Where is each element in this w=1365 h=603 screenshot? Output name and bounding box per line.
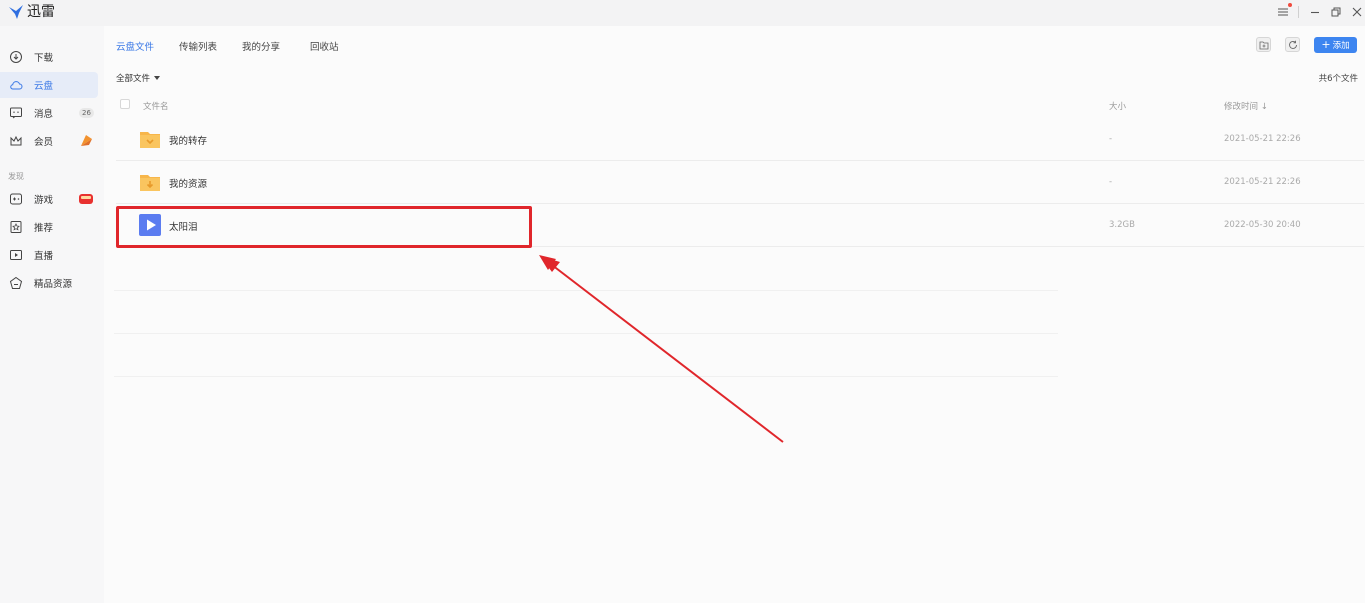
gamepad-icon <box>9 192 23 206</box>
game-promo-icon[interactable] <box>78 191 94 207</box>
sidebar-item-label: 消息 <box>34 109 54 120</box>
file-name: 我的转存 <box>169 136 208 147</box>
highlight-box <box>116 206 532 248</box>
notification-dot <box>1288 3 1292 7</box>
sidebar-item-messages[interactable]: 消息 26 <box>0 100 98 126</box>
recommend-icon <box>9 220 23 234</box>
sidebar-item-label: 直播 <box>34 251 54 262</box>
file-size: - <box>1109 134 1113 144</box>
folder-download-icon <box>139 171 161 193</box>
folder-transfer-icon <box>139 128 161 150</box>
table-row[interactable]: 我的资源 - 2021-05-21 22:26 <box>116 161 1364 204</box>
sidebar-item-recommend[interactable]: 推荐 <box>0 214 98 240</box>
column-header-size[interactable]: 大小 <box>1109 100 1126 112</box>
sidebar-item-label: 会员 <box>34 137 54 148</box>
titlebar-divider <box>1298 6 1299 18</box>
minimize-icon <box>1311 11 1319 14</box>
sidebar-item-cloud[interactable]: 云盘 <box>0 72 98 98</box>
file-size: 3.2GB <box>1109 220 1135 230</box>
sidebar: 下载 云盘 消息 26 会员 发现 游戏 推荐 直播 精品资源 <box>0 26 104 603</box>
tab-my-shares[interactable]: 我的分享 <box>242 39 280 53</box>
minimize-button[interactable] <box>1307 4 1323 20</box>
crown-icon <box>9 134 23 148</box>
hamburger-menu-icon <box>1278 8 1288 16</box>
sidebar-item-premium-resources[interactable]: 精品资源 <box>0 270 98 296</box>
empty-row-divider <box>114 290 1058 291</box>
refresh-button[interactable] <box>1285 37 1300 52</box>
message-icon <box>9 106 23 120</box>
select-all-checkbox[interactable] <box>120 99 130 109</box>
file-modified-date: 2021-05-21 22:26 <box>1224 134 1301 144</box>
member-promo-icon[interactable] <box>78 133 94 149</box>
discover-section-label: 发现 <box>8 172 24 181</box>
file-filter-dropdown[interactable]: 全部文件 <box>116 72 161 84</box>
column-header-modified[interactable]: 修改时间 ↓ <box>1224 100 1268 112</box>
sidebar-item-label: 精品资源 <box>34 279 73 290</box>
message-count-badge: 26 <box>79 108 94 118</box>
cloud-icon <box>9 78 23 92</box>
empty-row-divider <box>114 376 1058 377</box>
filter-label: 全部文件 <box>116 74 151 84</box>
caret-down-icon <box>154 76 161 80</box>
new-folder-button[interactable] <box>1256 37 1271 52</box>
xunlei-bird-icon <box>9 5 23 19</box>
add-button-label: 添加 <box>1332 41 1350 51</box>
file-name: 我的资源 <box>169 179 208 190</box>
restore-button[interactable] <box>1328 4 1344 20</box>
sidebar-item-label: 下载 <box>34 53 54 64</box>
live-icon <box>9 248 23 262</box>
file-count: 共6个文件 <box>1318 74 1358 84</box>
empty-row-divider <box>114 333 1058 334</box>
file-size: - <box>1109 177 1113 187</box>
sidebar-item-label: 推荐 <box>34 223 54 234</box>
sidebar-item-live[interactable]: 直播 <box>0 242 98 268</box>
table-header: 文件名 大小 修改时间 ↓ <box>116 96 1364 114</box>
sidebar-item-download[interactable]: 下载 <box>0 44 98 70</box>
tab-transfer-list[interactable]: 传输列表 <box>179 39 217 53</box>
sidebar-item-label: 游戏 <box>34 195 54 206</box>
app-window: 迅雷 下载 云盘 消息 26 会员 发现 游戏 推荐 直播 精品资源 云盘文件 … <box>0 0 1365 603</box>
tab-cloud-files[interactable]: 云盘文件 <box>116 39 154 53</box>
close-icon <box>1352 7 1362 17</box>
new-folder-icon <box>1259 41 1268 49</box>
restore-icon <box>1331 7 1341 17</box>
main-menu-button[interactable] <box>1275 3 1292 20</box>
download-icon <box>9 50 23 64</box>
sidebar-item-games[interactable]: 游戏 <box>0 186 98 212</box>
table-row[interactable]: 我的转存 - 2021-05-21 22:26 <box>116 118 1364 161</box>
file-modified-date: 2022-05-30 20:40 <box>1224 220 1301 230</box>
title-bar: 迅雷 <box>0 0 1365 26</box>
app-logo: 迅雷 <box>8 4 55 20</box>
app-title: 迅雷 <box>27 4 55 20</box>
add-button[interactable]: + 添加 <box>1314 37 1357 53</box>
gem-icon <box>9 276 23 290</box>
column-header-name[interactable]: 文件名 <box>143 100 169 112</box>
sidebar-item-member[interactable]: 会员 <box>0 128 98 154</box>
sidebar-item-label: 云盘 <box>34 81 54 92</box>
plus-icon: + <box>1321 38 1331 51</box>
refresh-icon <box>1288 40 1297 49</box>
tab-recycle-bin[interactable]: 回收站 <box>310 39 339 53</box>
file-modified-date: 2021-05-21 22:26 <box>1224 177 1301 187</box>
close-button[interactable] <box>1349 4 1365 20</box>
main-panel: 云盘文件 传输列表 我的分享 回收站 + 添加 全部文件 共6个文件 文件名 大… <box>104 26 1365 603</box>
